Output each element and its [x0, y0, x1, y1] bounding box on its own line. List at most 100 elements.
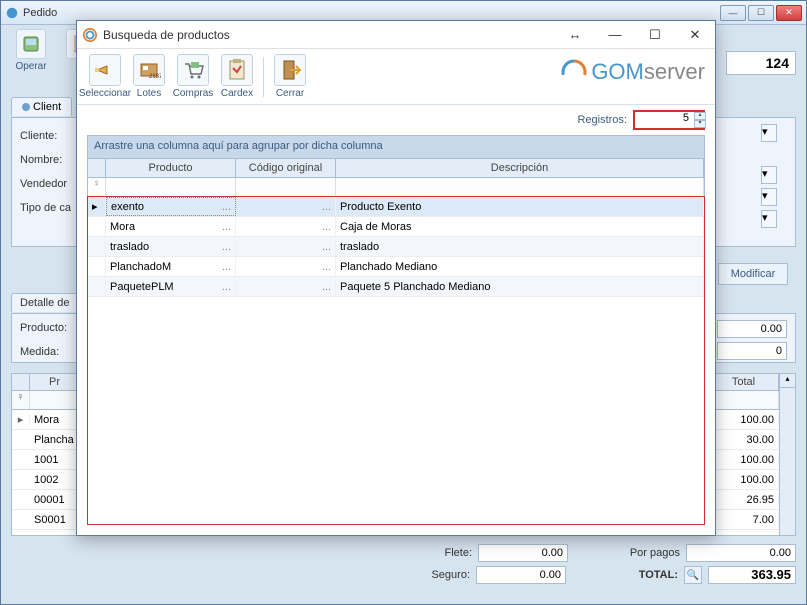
- ellipsis-icon[interactable]: ...: [218, 281, 231, 293]
- cell-descripcion: Caja de Moras: [336, 217, 704, 236]
- dropdown-4[interactable]: ▾: [761, 210, 777, 228]
- compras-button[interactable]: Compras: [171, 54, 215, 99]
- cell-producto[interactable]: PaquetePLM...: [106, 277, 236, 296]
- operar-button[interactable]: Operar: [9, 29, 53, 72]
- modal-minimize-button[interactable]: —: [601, 25, 629, 45]
- product-row[interactable]: ▸exento......Producto Exento: [88, 197, 704, 217]
- grid-scrollbar[interactable]: ▴: [779, 374, 795, 535]
- modal-titlebar: Busqueda de productos ↔ — ☐ ✕: [77, 21, 715, 49]
- cell-product: 1002: [30, 474, 80, 486]
- modal-title: Busqueda de productos: [103, 28, 561, 42]
- num-field-1[interactable]: 0.00: [717, 320, 787, 338]
- close-button[interactable]: ✕: [776, 5, 802, 21]
- vendedor-label: Vendedor: [20, 178, 80, 190]
- lotes-button[interactable]: 21871 Lotes: [127, 54, 171, 99]
- cell-codigo[interactable]: ...: [236, 237, 336, 256]
- filter-pr[interactable]: [30, 391, 80, 409]
- filter-icon[interactable]: ♀: [88, 178, 106, 196]
- cell-descripcion: Producto Exento: [336, 197, 704, 216]
- ellipsis-icon[interactable]: ...: [318, 281, 331, 293]
- cell-producto[interactable]: exento...: [106, 197, 236, 216]
- ellipsis-icon[interactable]: ...: [318, 241, 331, 253]
- cliente-label: Cliente:: [20, 130, 80, 142]
- person-icon: [22, 103, 30, 111]
- ellipsis-icon[interactable]: ...: [218, 221, 231, 233]
- spinner-down[interactable]: ▾: [694, 120, 706, 128]
- cerrar-button[interactable]: Cerrar: [268, 54, 312, 99]
- num-field-2[interactable]: 0: [717, 342, 787, 360]
- group-by-bar[interactable]: Arrastre una columna aquí para agrupar p…: [88, 136, 704, 158]
- cell-codigo[interactable]: ...: [236, 197, 336, 216]
- cell-producto[interactable]: traslado...: [106, 237, 236, 256]
- modal-maximize-button[interactable]: ☐: [641, 25, 669, 45]
- minimize-button[interactable]: —: [720, 5, 746, 21]
- product-grid-body: ▸exento......Producto ExentoMora......Ca…: [87, 196, 705, 525]
- product-grid-header: Producto Código original Descripción: [88, 158, 704, 178]
- product-row[interactable]: PaquetePLM......Paquete 5 Planchado Medi…: [88, 277, 704, 297]
- cell-codigo[interactable]: ...: [236, 257, 336, 276]
- brand-logo: GOMserver: [561, 59, 705, 85]
- cell-codigo[interactable]: ...: [236, 277, 336, 296]
- modificar-button[interactable]: Modificar: [718, 263, 788, 285]
- detalle-tab[interactable]: Detalle de: [11, 293, 79, 312]
- record-badge: 124: [726, 51, 796, 75]
- modal-resize-button[interactable]: ↔: [561, 25, 589, 45]
- row-selector: [88, 217, 106, 236]
- porpagos-label: Por pagos: [610, 547, 680, 559]
- cell-product: 00001: [30, 494, 80, 506]
- filter-icon[interactable]: ♀: [12, 391, 30, 409]
- flete-label: Flete:: [402, 547, 472, 559]
- seguro-value[interactable]: 0.00: [476, 566, 566, 584]
- ellipsis-icon[interactable]: ...: [318, 221, 331, 233]
- svg-text:21871: 21871: [149, 74, 161, 80]
- dropdown-1[interactable]: ▾: [761, 124, 777, 142]
- scroll-up-icon[interactable]: ▴: [780, 374, 795, 388]
- tab-client[interactable]: Client: [11, 97, 72, 116]
- cell-producto[interactable]: Mora...: [106, 217, 236, 236]
- cell-descripcion: Planchado Mediano: [336, 257, 704, 276]
- product-row[interactable]: PlanchadoM...... Planchado Mediano: [88, 257, 704, 277]
- modal-close-button[interactable]: ✕: [681, 25, 709, 45]
- hand-icon: [93, 58, 117, 82]
- lotes-icon: 21871: [137, 58, 161, 82]
- product-row[interactable]: traslado......traslado: [88, 237, 704, 257]
- row-selector: [88, 237, 106, 256]
- filter-codigo[interactable]: [236, 178, 336, 196]
- totals-area: Flete: 0.00 Por pagos 0.00 Seguro: 0.00 …: [11, 542, 796, 596]
- seleccionar-button[interactable]: Seleccionar: [83, 54, 127, 99]
- spinner-up[interactable]: ▴: [694, 112, 706, 120]
- cell-product: Mora: [30, 414, 80, 426]
- ellipsis-icon[interactable]: ...: [318, 201, 331, 213]
- ellipsis-icon[interactable]: ...: [218, 201, 231, 213]
- filter-producto[interactable]: [106, 178, 236, 196]
- filter-total[interactable]: [709, 391, 779, 409]
- product-grid-filter: ♀: [88, 178, 704, 197]
- filter-descripcion[interactable]: [336, 178, 704, 196]
- cell-producto[interactable]: PlanchadoM...: [106, 257, 236, 276]
- cardex-label: Cardex: [221, 88, 253, 99]
- cell-total: 100.00: [709, 474, 779, 486]
- col-pr[interactable]: Pr: [30, 374, 80, 390]
- door-icon: [278, 58, 302, 82]
- cell-codigo[interactable]: ...: [236, 217, 336, 236]
- cardex-button[interactable]: Cardex: [215, 54, 259, 99]
- ellipsis-icon[interactable]: ...: [218, 261, 231, 273]
- dropdown-3[interactable]: ▾: [761, 188, 777, 206]
- maximize-button[interactable]: ☐: [748, 5, 774, 21]
- dialog-icon: [83, 28, 97, 42]
- product-row[interactable]: Mora...... Caja de Moras: [88, 217, 704, 237]
- porpagos-value: 0.00: [686, 544, 796, 562]
- toolbar-separator: [263, 57, 264, 97]
- col-producto[interactable]: Producto: [106, 159, 236, 177]
- flete-value[interactable]: 0.00: [478, 544, 568, 562]
- compras-label: Compras: [173, 88, 214, 99]
- nombre-label: Nombre:: [20, 154, 80, 166]
- ellipsis-icon[interactable]: ...: [318, 261, 331, 273]
- ellipsis-icon[interactable]: ...: [218, 241, 231, 253]
- dropdown-2[interactable]: ▾: [761, 166, 777, 184]
- total-search-button[interactable]: 🔍: [684, 566, 702, 584]
- col-total[interactable]: Total: [709, 374, 779, 390]
- col-codigo[interactable]: Código original: [236, 159, 336, 177]
- brand-icon: [561, 59, 587, 85]
- col-descripcion[interactable]: Descripción: [336, 159, 704, 177]
